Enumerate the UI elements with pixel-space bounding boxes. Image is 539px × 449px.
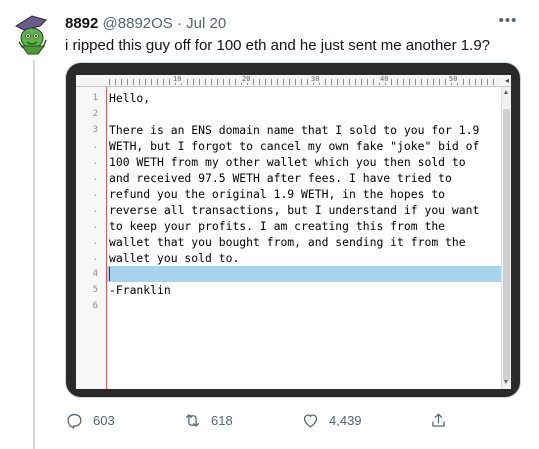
- reply-icon: [67, 413, 82, 429]
- text-caret: [109, 267, 110, 281]
- editor-text-line: -Franklin: [109, 283, 171, 297]
- line-number: .: [92, 221, 98, 231]
- retweet-count: 618: [211, 412, 233, 428]
- line-number: .: [92, 205, 98, 215]
- ruler-number: 30: [310, 75, 321, 83]
- editor-text-line: and received 97.5 WETH after fees. I hav…: [109, 171, 452, 185]
- vertical-scrollbar[interactable]: ▲ ▼: [501, 87, 511, 389]
- author-handle[interactable]: @8892OS: [103, 15, 173, 32]
- text-editor-window: 10 20 30 40 50 ◂ 1 2 3 . . . . . . . . 4…: [76, 75, 511, 389]
- line-number: .: [92, 157, 98, 167]
- ellipsis-icon[interactable]: •••: [497, 12, 519, 30]
- scroll-up-icon[interactable]: ▲: [502, 89, 510, 97]
- ruler-number: 40: [379, 75, 390, 83]
- reply-count: 603: [93, 412, 115, 428]
- line-number: .: [92, 141, 98, 151]
- editor-text-line: There is an ENS domain name that I sold …: [109, 123, 480, 137]
- editor-text-line: refund you the original 1.9 WETH, in the…: [109, 187, 446, 201]
- ruler-arrow-icon: ◂: [504, 76, 509, 85]
- line-number: 3: [92, 125, 98, 135]
- current-line-highlight: [107, 266, 501, 282]
- editor-text-line: wallet that you bought from, and sending…: [109, 235, 466, 249]
- line-number: .: [92, 237, 98, 247]
- share-button[interactable]: [429, 410, 457, 430]
- retweet-icon: [185, 413, 200, 427]
- line-number: 4: [92, 269, 98, 279]
- ruler-ticks: [109, 79, 499, 85]
- reply-button[interactable]: 603: [65, 410, 115, 430]
- line-number: 1: [92, 93, 98, 103]
- share-icon: [432, 413, 445, 427]
- scrollbar-thumb[interactable]: [503, 109, 510, 381]
- line-number: .: [92, 253, 98, 263]
- header-separator: ·: [177, 15, 182, 32]
- line-number: .: [92, 173, 98, 183]
- thread-connector-line: [33, 60, 35, 449]
- editor-text-line: 100 WETH from my other wallet which you …: [109, 155, 466, 169]
- editor-ruler: 10 20 30 40 50 ◂: [76, 75, 511, 87]
- avatar[interactable]: [10, 12, 56, 58]
- editor-text-line: wallet you sold to.: [109, 251, 240, 265]
- editor-text-line: reverse all transactions, but I understa…: [109, 203, 480, 217]
- line-number: 5: [92, 285, 98, 295]
- ruler-number: 50: [448, 75, 459, 83]
- ruler-number: 10: [172, 75, 183, 83]
- tweet-header: 8892 @8892OS · Jul 20: [65, 15, 226, 33]
- tweet-actions-bar: 603 618 4,439: [65, 410, 521, 430]
- scroll-down-icon[interactable]: ▼: [502, 379, 510, 387]
- gutter-divider: [106, 87, 107, 389]
- editor-text-line: WETH, but I forgot to cancel my own fake…: [109, 139, 480, 153]
- retweet-button[interactable]: 618: [183, 410, 233, 430]
- line-number: 2: [92, 109, 98, 119]
- line-number: 6: [92, 301, 98, 311]
- editor-text-line: to keep your profits. I am creating this…: [109, 219, 446, 233]
- like-button[interactable]: 4,439: [301, 410, 362, 430]
- line-number: .: [92, 189, 98, 199]
- like-count: 4,439: [329, 412, 362, 428]
- tweet-text: i ripped this guy off for 100 eth and he…: [65, 37, 491, 54]
- tweet-media-image[interactable]: 10 20 30 40 50 ◂ 1 2 3 . . . . . . . . 4…: [65, 62, 521, 398]
- editor-text-line: Hello,: [109, 91, 151, 105]
- ruler-number: 20: [241, 75, 252, 83]
- tweet-date[interactable]: Jul 20: [186, 15, 226, 32]
- heart-icon: [303, 413, 318, 427]
- author-name[interactable]: 8892: [65, 15, 98, 32]
- avatar-image: [10, 12, 56, 58]
